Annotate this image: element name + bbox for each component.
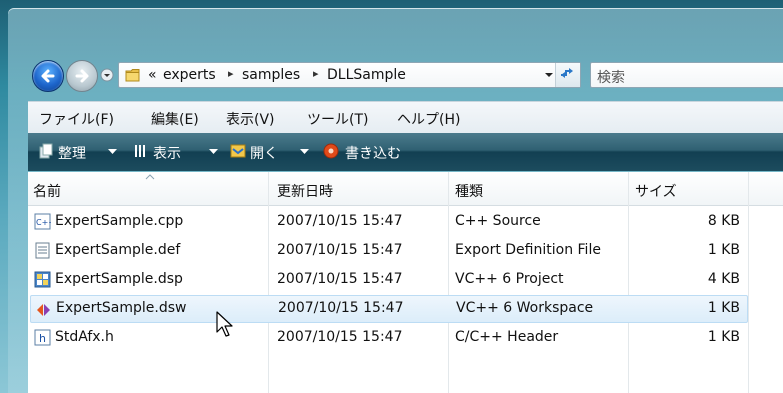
explorer-window: « experts ▸ samples ▸ DLLSample 検索 ファイル(…: [0, 0, 783, 393]
column-header-row: 名前 更新日時 種類 サイズ: [28, 172, 783, 206]
organize-dropdown-icon: [108, 149, 117, 154]
h-file-icon: h: [34, 329, 51, 346]
file-type: VC++ 6 Workspace: [456, 300, 594, 316]
file-row[interactable]: ExpertSample.dsp 2007/10/15 15:47 VC++ 6…: [30, 266, 748, 294]
file-size: 1 KB: [707, 300, 740, 316]
file-modified: 2007/10/15 15:47: [277, 242, 403, 258]
recent-pages-dropdown-icon[interactable]: [100, 68, 114, 82]
organize-icon: [39, 143, 53, 159]
column-divider[interactable]: [748, 172, 749, 393]
file-modified: 2007/10/15 15:47: [277, 329, 403, 345]
breadcrumb-separator[interactable]: ▸: [313, 67, 319, 80]
def-file-icon: [35, 242, 50, 259]
burn-icon: [323, 143, 339, 159]
file-row-selected[interactable]: ExpertSample.dsw 2007/10/15 15:47 VC++ 6…: [30, 295, 748, 323]
mouse-cursor-icon: [216, 311, 233, 337]
file-row[interactable]: h StdAfx.h 2007/10/15 15:47 C/C++ Header…: [30, 324, 748, 352]
back-arrow-icon: [41, 69, 55, 83]
file-name: StdAfx.h: [55, 329, 114, 345]
file-type: Export Definition File: [455, 242, 601, 258]
open-label: 開く: [250, 146, 278, 162]
menu-tools[interactable]: ツール(T): [307, 109, 368, 129]
search-box[interactable]: 検索: [590, 62, 783, 88]
organize-label: 整理: [58, 146, 86, 162]
column-header-size[interactable]: サイズ: [635, 181, 677, 201]
column-header-modified[interactable]: 更新日時: [277, 181, 333, 201]
open-icon: [230, 144, 246, 158]
file-type: C++ Source: [455, 213, 541, 229]
file-row[interactable]: ExpertSample.def 2007/10/15 15:47 Export…: [30, 237, 748, 265]
file-type: C/C++ Header: [455, 329, 559, 345]
file-type: VC++ 6 Project: [455, 271, 564, 287]
views-icon: [135, 145, 145, 157]
command-bar: 整理 表示 開く 書き込む: [28, 133, 783, 171]
address-dropdown-icon[interactable]: [544, 70, 554, 80]
views-label: 表示: [153, 146, 181, 162]
file-modified: 2007/10/15 15:47: [277, 213, 403, 229]
burn-label: 書き込む: [345, 146, 401, 162]
file-size: 1 KB: [707, 242, 740, 258]
refresh-button[interactable]: [555, 63, 580, 87]
file-row[interactable]: C++ ExpertSample.cpp 2007/10/15 15:47 C+…: [30, 208, 748, 236]
refresh-icon: [561, 68, 573, 78]
file-name: ExpertSample.dsp: [55, 271, 183, 287]
file-modified: 2007/10/15 15:47: [277, 271, 403, 287]
svg-text:h: h: [39, 332, 46, 345]
file-size: 4 KB: [707, 271, 740, 287]
breadcrumb-experts[interactable]: experts: [163, 67, 216, 83]
menu-bar: ファイル(F) 編集(E) 表示(V) ツール(T) ヘルプ(H): [28, 101, 783, 133]
file-size: 1 KB: [707, 329, 740, 345]
dsp-file-icon: [34, 271, 51, 288]
forward-button[interactable]: [66, 60, 98, 92]
back-button[interactable]: [32, 60, 64, 92]
cpp-file-icon: C++: [34, 213, 51, 230]
file-size: 8 KB: [707, 213, 740, 229]
views-dropdown-icon: [209, 149, 218, 154]
menu-file[interactable]: ファイル(F): [39, 109, 114, 129]
sort-ascending-icon: [145, 174, 155, 180]
dsw-file-icon: [37, 304, 50, 316]
file-modified: 2007/10/15 15:47: [278, 300, 404, 316]
breadcrumb-separator[interactable]: ▸: [228, 67, 234, 80]
file-name: ExpertSample.dsw: [56, 300, 187, 316]
open-dropdown-icon: [300, 149, 309, 154]
svg-text:C++: C++: [36, 218, 51, 227]
breadcrumb-overflow[interactable]: «: [148, 67, 157, 83]
column-header-name[interactable]: 名前: [33, 181, 61, 201]
menu-edit[interactable]: 編集(E): [151, 109, 199, 129]
menu-help[interactable]: ヘルプ(H): [397, 109, 460, 129]
menu-view[interactable]: 表示(V): [226, 109, 275, 129]
breadcrumb-samples[interactable]: samples: [242, 67, 300, 83]
file-name: ExpertSample.cpp: [55, 213, 184, 229]
column-header-type[interactable]: 種類: [455, 181, 483, 201]
search-placeholder: 検索: [597, 70, 625, 86]
breadcrumb-dllsample[interactable]: DLLSample: [327, 67, 406, 83]
address-bar[interactable]: « experts ▸ samples ▸ DLLSample: [118, 62, 581, 88]
file-name: ExpertSample.def: [55, 242, 181, 258]
forward-arrow-icon: [75, 69, 89, 83]
folder-icon: [125, 69, 140, 82]
file-list: 名前 更新日時 種類 サイズ C++ ExpertSample.cpp 2007…: [28, 172, 783, 393]
